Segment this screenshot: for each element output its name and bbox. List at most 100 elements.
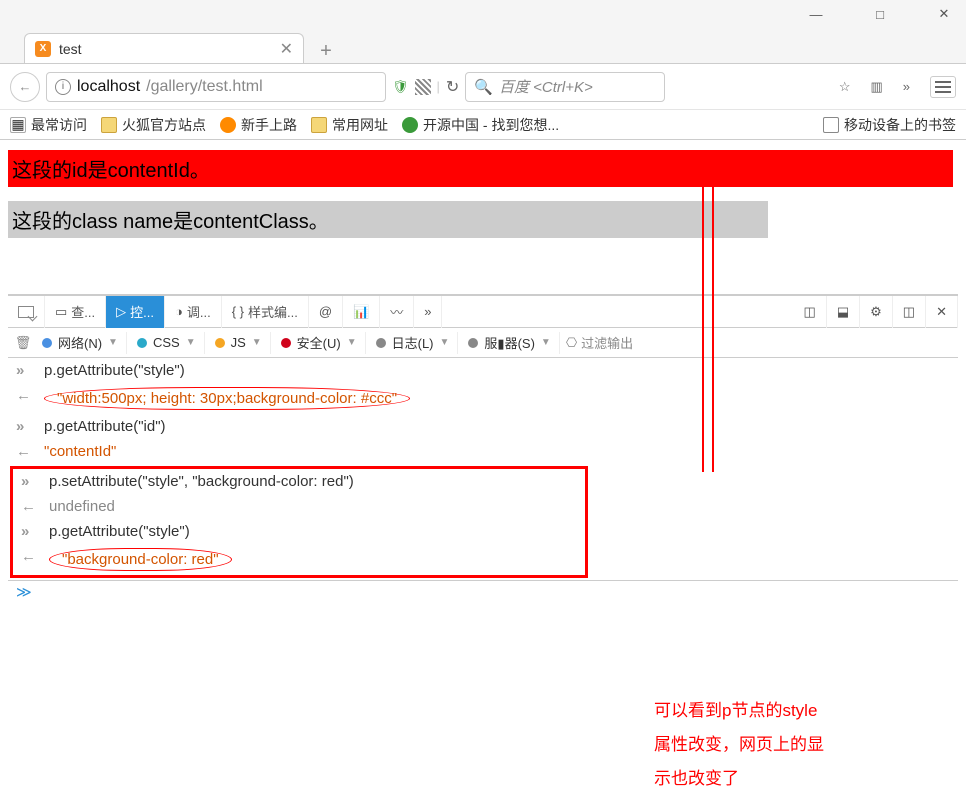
devtools-tab-more[interactable]: » (414, 296, 442, 328)
bookmark-label: 最常访问 (31, 115, 87, 135)
bookmark-star-icon[interactable]: ☆ (839, 79, 851, 95)
url-path: /gallery/test.html (146, 78, 262, 96)
qr-icon[interactable] (415, 79, 431, 95)
filter-security[interactable]: 安全(U) ▼ (273, 332, 366, 354)
console-filter-row: 🗑 网络(N) ▼ CSS ▼ JS ▼ 安全(U) ▼ 日志(L) ▼ 服▮器… (8, 328, 958, 358)
devtools-dock-side[interactable]: ◫ (794, 296, 827, 328)
new-tab-button[interactable]: + (314, 39, 338, 63)
filter-js[interactable]: JS ▼ (207, 332, 271, 354)
close-button[interactable]: ✕ (930, 4, 958, 24)
devtools-tab-console[interactable]: ▷ 控... (106, 296, 165, 328)
xampp-icon: X (35, 41, 51, 57)
site-info-icon[interactable]: i (55, 79, 71, 95)
bookmark-label: 常用网址 (332, 115, 388, 135)
console-input-line: p.getAttribute("style") (13, 519, 585, 544)
devtools-tab-network[interactable]: 〰 (380, 296, 414, 328)
clear-console-icon[interactable]: 🗑 (14, 334, 32, 352)
label: 控... (130, 302, 154, 321)
code-text: undefined (49, 498, 115, 515)
filter-log[interactable]: 日志(L) ▼ (368, 332, 459, 354)
label: 样式编... (248, 302, 298, 321)
bookmark-common-urls[interactable]: 常用网址 (311, 115, 388, 135)
console-input-line: p.setAttribute("style", "background-colo… (13, 469, 585, 494)
tab-close-icon[interactable]: ✕ (280, 39, 293, 59)
bookmark-label: 火狐官方站点 (122, 115, 206, 135)
annotation-text: 可以看到p节点的style属性改变，网页上的显示也改变了 (654, 694, 954, 796)
tab-strip: X test ✕ + (0, 28, 966, 64)
code-text: p.getAttribute("style") (49, 523, 190, 540)
devtools-tab-inspector[interactable]: ▭ 查... (45, 296, 106, 328)
library-icon[interactable]: ▥ (870, 79, 882, 95)
prompt-in-icon (16, 362, 34, 379)
console-output-line: undefined (13, 494, 585, 519)
bookmark-label: 开源中国 - 找到您想... (423, 115, 559, 135)
placeholder: 过滤输出 (581, 333, 633, 352)
paragraph-contentclass: 这段的class name是contentClass。 (8, 201, 768, 238)
devtools-settings-icon[interactable]: ⚙ (860, 296, 893, 328)
devtools-split-icon[interactable]: ◫ (893, 296, 926, 328)
search-placeholder: 百度 <Ctrl+K> (499, 76, 593, 97)
label: 网络(N) (58, 333, 102, 352)
devtools-tab-style[interactable]: { } 样式编... (222, 296, 309, 328)
tab-title: test (59, 41, 272, 57)
search-box[interactable]: 🔍 百度 <Ctrl+K> (465, 72, 665, 102)
devtools-dock-bottom[interactable]: ⬓ (827, 296, 860, 328)
label: 安全(U) (297, 333, 341, 352)
code-text: p.getAttribute("style") (44, 362, 185, 379)
prompt-in-icon (16, 418, 34, 435)
at-icon: @ (319, 304, 332, 319)
shield-icon[interactable]: 🛡 (392, 79, 409, 95)
devtools-tab-memory[interactable]: 📊 (343, 296, 380, 328)
devtools-tab-debugger[interactable]: ◑ 调... (165, 296, 222, 328)
phone-icon (823, 117, 839, 133)
menu-button[interactable] (930, 76, 956, 98)
bookmark-label: 新手上路 (241, 115, 297, 135)
label: JS (231, 335, 246, 350)
filter-css[interactable]: CSS ▼ (129, 332, 205, 354)
console-prompt[interactable]: ≫ (8, 580, 958, 602)
console-output[interactable]: p.getAttribute("style") "width:500px; hei… (8, 358, 958, 580)
bookmark-getting-started[interactable]: 新手上路 (220, 115, 297, 135)
page-content: 这段的id是contentId。 这段的class name是contentCl… (0, 140, 966, 602)
filter-input[interactable]: ⎔ 过滤输出 (566, 333, 633, 352)
firefox-icon (220, 117, 236, 133)
prompt-in-icon (21, 523, 39, 540)
url-host: localhost (77, 78, 140, 96)
maximize-button[interactable]: □ (866, 4, 894, 24)
console-output-line: "width:500px; height: 30px;background-co… (8, 383, 958, 414)
folder-icon (311, 117, 327, 133)
grid-icon: ▦ (10, 117, 26, 133)
devtools-inspector-icon[interactable] (8, 296, 45, 328)
devtools-panel: ▭ 查... ▷ 控... ◑ 调... { } 样式编... @ 📊 〰 » … (8, 294, 958, 602)
bookmark-oschina[interactable]: 开源中国 - 找到您想... (402, 115, 559, 135)
console-input-line: p.getAttribute("style") (8, 358, 958, 383)
console-input-line: p.getAttribute("id") (8, 414, 958, 439)
label: 调... (187, 302, 211, 321)
bookmark-firefox-official[interactable]: 火狐官方站点 (101, 115, 206, 135)
url-box[interactable]: i localhost/gallery/test.html (46, 72, 386, 102)
filter-server[interactable]: 服▮器(S) ▼ (460, 332, 559, 354)
annotation-arrow-line (712, 176, 714, 472)
annotation-arrow-line (702, 176, 704, 472)
devtools-tab-strip: ▭ 查... ▷ 控... ◑ 调... { } 样式编... @ 📊 〰 » … (8, 296, 958, 328)
filter-net[interactable]: 网络(N) ▼ (34, 332, 127, 354)
oschina-icon (402, 117, 418, 133)
code-text: "width:500px; height: 30px;background-co… (44, 387, 410, 410)
window-titlebar: — □ ✕ (0, 0, 966, 28)
bookmark-most-visited[interactable]: ▦ 最常访问 (10, 115, 87, 135)
minimize-button[interactable]: — (802, 4, 830, 24)
console-output-line: "background-color: red" (13, 544, 585, 575)
back-button[interactable]: ← (10, 72, 40, 102)
devtools-close-icon[interactable]: ✕ (926, 296, 958, 328)
devtools-tab-performance[interactable]: @ (309, 296, 343, 328)
prompt-in-icon (21, 473, 39, 490)
code-text: p.setAttribute("style", "background-colo… (49, 473, 354, 490)
refresh-button[interactable]: ↻ (446, 77, 459, 97)
browser-tab[interactable]: X test ✕ (24, 33, 304, 63)
bookmarks-bar: ▦ 最常访问 火狐官方站点 新手上路 常用网址 开源中国 - 找到您想... 移… (0, 110, 966, 140)
more-icon[interactable]: » (903, 79, 910, 94)
folder-icon (101, 117, 117, 133)
bookmark-mobile[interactable]: 移动设备上的书签 (823, 115, 956, 135)
prompt-out-icon (21, 498, 39, 515)
prompt-out-icon (16, 387, 34, 404)
